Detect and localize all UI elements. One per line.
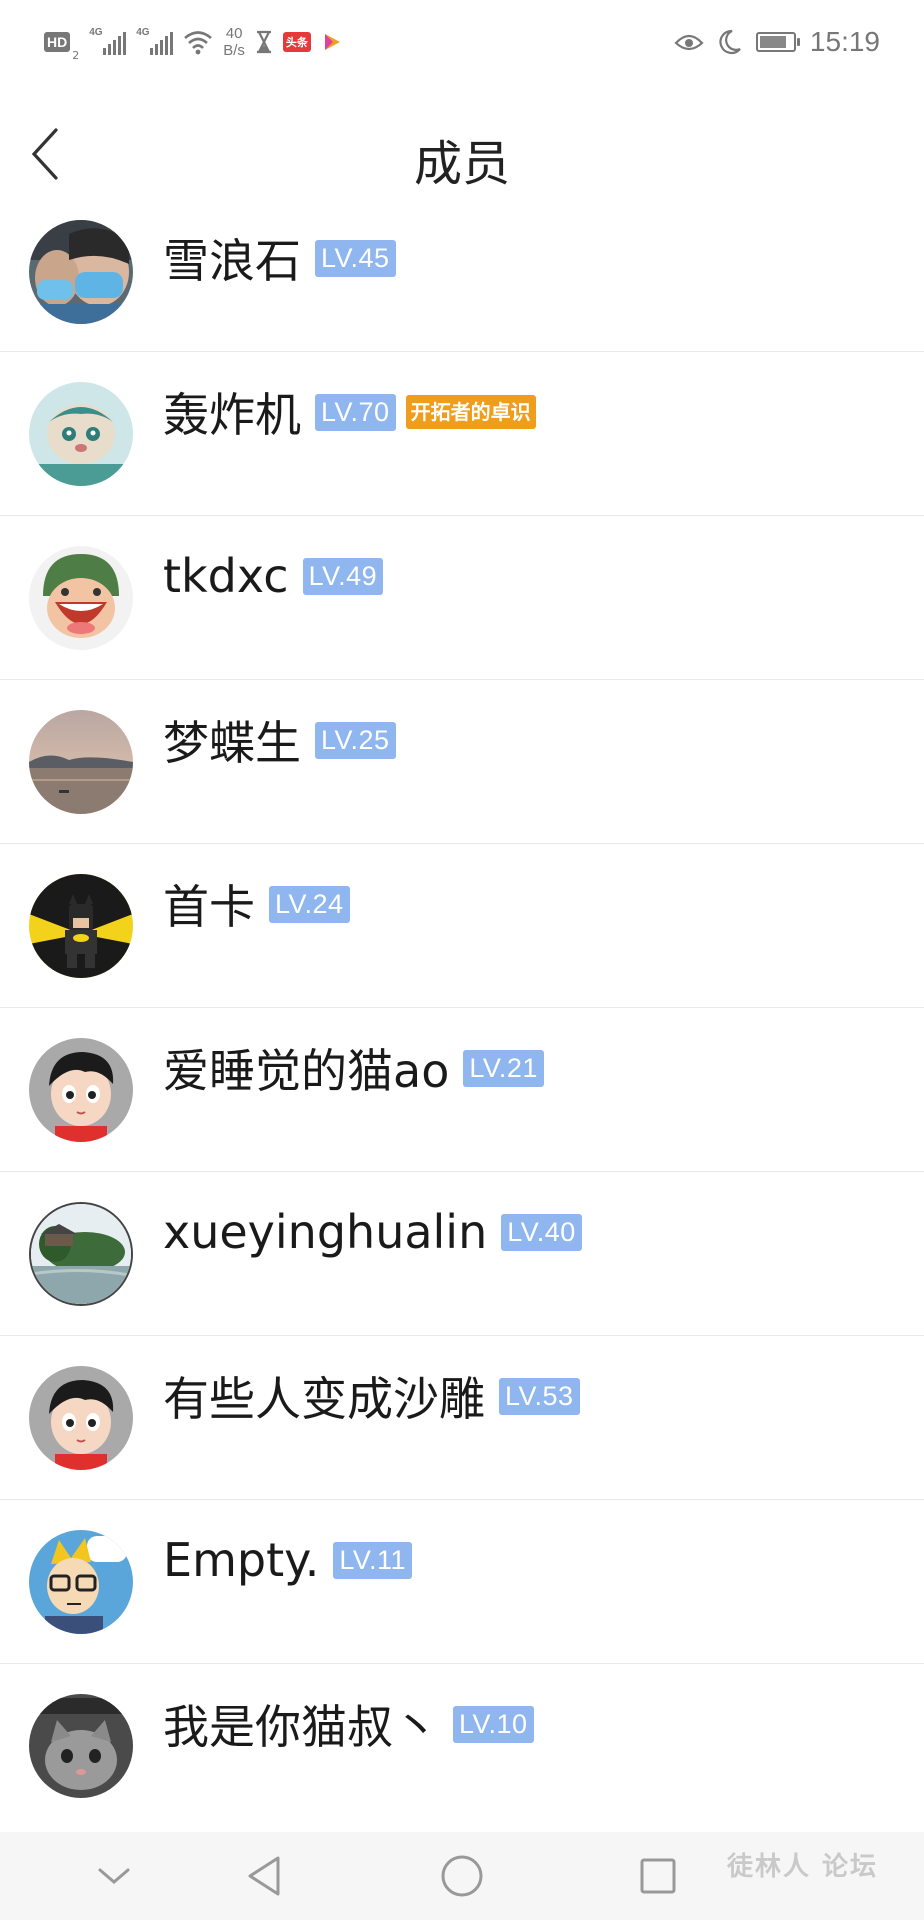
member-info: 爱睡觉的猫ao LV.21 — [163, 1038, 544, 1098]
level-badge: LV.45 — [315, 239, 396, 277]
system-nav-bar: 徒林人 论坛 — [0, 1832, 924, 1920]
back-triangle-icon — [248, 1856, 280, 1896]
page-header: 成员 — [0, 82, 924, 222]
list-item[interactable]: 首卡 LV.24 — [0, 844, 924, 1008]
member-info: 我是你猫叔丶 LV.10 — [163, 1694, 534, 1754]
toutiao-icon: 头条 — [282, 32, 311, 52]
network-type-label: 4G — [136, 27, 150, 38]
member-info: Empty. LV.11 — [163, 1530, 412, 1590]
member-name: 有些人变成沙雕 — [163, 1372, 485, 1426]
watermark: 徒林人 论坛 — [727, 1846, 878, 1883]
network-type-label: 4G — [89, 27, 103, 38]
status-bar: HD 2 4G 4G 40 B/s 头条 15:19 — [0, 0, 924, 82]
level-badge: LV.49 — [302, 557, 384, 595]
member-info: tkdxc LV.49 — [163, 546, 384, 606]
battery-level — [759, 36, 786, 48]
member-info: 梦蝶生 LV.25 — [163, 710, 396, 770]
member-name: xueyinghualin — [163, 1205, 488, 1259]
cartoon-creature-avatar — [29, 382, 133, 486]
watermark-text: 徒林人 论坛 — [726, 1852, 878, 1882]
recents-square-icon — [640, 1858, 676, 1894]
member-name: tkdxc — [163, 549, 289, 603]
network-speed: 40 B/s — [223, 25, 245, 59]
cartoon-glasses-avatar — [29, 1530, 133, 1634]
list-item[interactable]: 雪浪石 LV.45 — [0, 212, 924, 352]
nav-hide-button[interactable] — [74, 1832, 154, 1920]
nav-recents-button[interactable] — [618, 1832, 698, 1920]
list-item[interactable]: 我是你猫叔丶 LV.10 — [0, 1664, 924, 1828]
member-name: 首卡 — [163, 880, 255, 934]
signal-icon: 4G — [136, 27, 174, 55]
member-list: 雪浪石 LV.45 轰炸机 LV.70 开拓者的卓识 tkdxc LV.49 梦… — [0, 212, 924, 1828]
level-badge: LV.24 — [269, 885, 350, 923]
video-play-icon — [324, 34, 340, 50]
list-item[interactable]: 有些人变成沙雕 LV.53 — [0, 1336, 924, 1500]
hd-sub-label: 2 — [72, 49, 80, 62]
level-badge: LV.70 — [315, 393, 396, 431]
member-name: 雪浪石 — [163, 234, 301, 288]
list-item[interactable]: 梦蝶生 LV.25 — [0, 680, 924, 844]
eye-comfort-icon — [674, 34, 704, 51]
page-title: 成员 — [413, 136, 510, 192]
member-info: 有些人变成沙雕 LV.53 — [163, 1366, 580, 1426]
masks-photo-avatar — [29, 220, 133, 324]
wifi-icon — [184, 31, 213, 55]
medal-badge: 开拓者的卓识 — [405, 395, 536, 429]
level-badge: LV.53 — [499, 1377, 580, 1415]
member-name: 梦蝶生 — [163, 716, 301, 770]
nav-home-button[interactable] — [422, 1832, 502, 1920]
home-circle-icon — [441, 1855, 483, 1897]
list-item[interactable]: Empty. LV.11 — [0, 1500, 924, 1664]
list-item[interactable]: tkdxc LV.49 — [0, 516, 924, 680]
status-time: 15:19 — [809, 26, 880, 57]
member-name: Empty. — [163, 1533, 320, 1587]
list-item[interactable]: 爱睡觉的猫ao LV.21 — [0, 1008, 924, 1172]
nav-back-button[interactable] — [224, 1832, 304, 1920]
list-item[interactable]: 轰炸机 LV.70 开拓者的卓识 — [0, 352, 924, 516]
speed-value: 40 — [225, 25, 243, 42]
lake-sunset-avatar — [29, 710, 133, 814]
member-info: xueyinghualin LV.40 — [163, 1202, 582, 1262]
cartoon-boy-avatar — [29, 1038, 133, 1142]
member-name: 爱睡觉的猫ao — [163, 1044, 450, 1098]
chevron-down-icon — [98, 1868, 130, 1884]
lego-batman-avatar — [29, 874, 133, 978]
hd-icon: HD — [44, 32, 71, 52]
member-name: 轰炸机 — [163, 388, 301, 442]
signal-icon: 4G — [89, 27, 127, 55]
speed-unit: B/s — [223, 42, 245, 59]
list-item[interactable]: xueyinghualin LV.40 — [0, 1172, 924, 1336]
cartoon-boy-avatar — [29, 1366, 133, 1470]
cartoon-soldier-avatar — [29, 546, 133, 650]
member-info: 轰炸机 LV.70 开拓者的卓识 — [163, 382, 536, 442]
hourglass-icon — [256, 30, 271, 54]
level-badge: LV.25 — [315, 721, 396, 759]
level-badge: LV.10 — [453, 1705, 534, 1743]
level-badge: LV.40 — [501, 1213, 582, 1251]
cat-meme-avatar — [29, 1694, 133, 1798]
member-name: 我是你猫叔丶 — [163, 1700, 439, 1754]
level-badge: LV.21 — [463, 1049, 544, 1087]
level-badge: LV.11 — [333, 1541, 412, 1579]
battery-icon — [755, 32, 800, 52]
garden-photo-avatar — [29, 1202, 133, 1306]
status-left: HD 2 4G 4G 40 B/s 头条 — [44, 22, 343, 62]
status-right: 15:19 — [674, 22, 880, 62]
member-info: 雪浪石 LV.45 — [163, 228, 396, 288]
member-info: 首卡 LV.24 — [163, 874, 350, 934]
moon-icon — [719, 29, 741, 55]
